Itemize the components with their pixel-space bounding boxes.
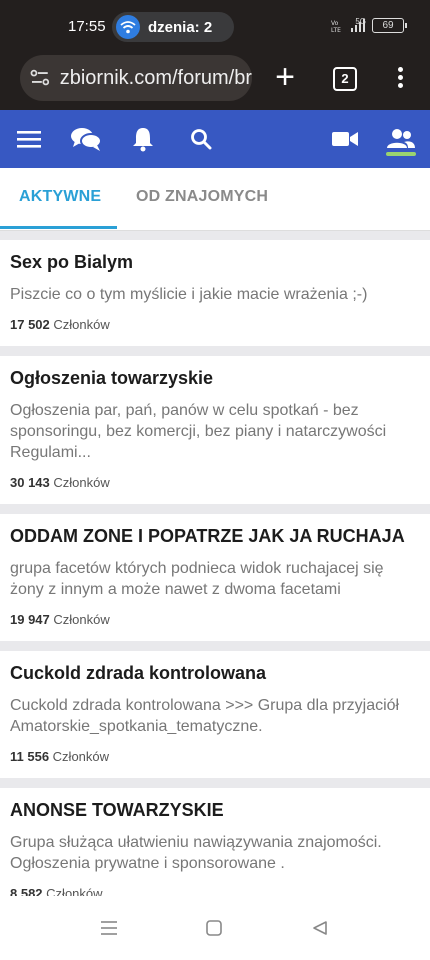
users-icon [387, 129, 415, 148]
menu-icon [17, 131, 41, 148]
tab-switcher-button[interactable]: 2 [333, 67, 357, 91]
group-members: 17 502 Członków [10, 317, 420, 332]
home-icon[interactable] [206, 920, 222, 936]
active-nav-indicator [386, 152, 416, 156]
group-tabs: AKTYWNE OD ZNAJOMYCH [0, 168, 430, 231]
members-label: Członków [53, 317, 110, 332]
video-button[interactable] [330, 110, 360, 168]
group-card[interactable]: Sex po Bialym Piszcie co o tym myślicie … [0, 240, 430, 346]
group-description: Ogłoszenia par, pań, panów w celu spotka… [10, 402, 387, 461]
bell-icon [133, 128, 153, 152]
svg-text:Vo: Vo [331, 20, 339, 27]
battery-level: 69 [382, 20, 394, 31]
group-card[interactable]: ODDAM ZONE I POPATRZE JAK JA RUCHAJA gru… [0, 514, 430, 641]
members-label: Członków [52, 749, 110, 764]
site-settings-icon[interactable] [30, 69, 50, 87]
members-count: 17 502 [10, 317, 50, 332]
group-description: Cuckold zdrada kontrolowana >>> Grupa dl… [10, 697, 400, 735]
url-text: zbiornik.com/forum/br [59, 66, 252, 89]
group-description: Grupa służąca ułatwieniu nawiązywania zn… [10, 834, 382, 872]
group-description: Piszcie co o tym myślicie i jakie macie … [10, 286, 368, 303]
tab-indicator [0, 226, 117, 229]
status-icons: Vo LTE 5G 69 [331, 17, 407, 33]
video-icon [332, 132, 358, 146]
group-title[interactable]: ODDAM ZONE I POPATRZE JAK JA RUCHAJA [10, 526, 420, 547]
group-title[interactable]: Sex po Bialym [10, 252, 420, 273]
search-button[interactable] [186, 110, 216, 168]
app-navbar [0, 110, 430, 168]
back-icon[interactable] [312, 920, 328, 936]
group-members: 19 947 Członków [10, 612, 420, 627]
notification-pill[interactable]: dzenia: 2 [112, 12, 234, 42]
new-tab-button[interactable]: + [270, 58, 300, 98]
wifi-icon [116, 15, 140, 39]
network-label: 5G [355, 17, 366, 26]
search-icon [191, 129, 212, 150]
menu-button[interactable] [12, 110, 46, 168]
tab-from-friends[interactable]: OD ZNAJOMYCH [136, 188, 268, 206]
group-title[interactable]: ANONSE TOWARZYSKIE [10, 800, 420, 821]
recent-apps-icon[interactable] [100, 920, 118, 936]
battery-icon: 69 [372, 18, 407, 33]
tab-active[interactable]: AKTYWNE [19, 188, 101, 206]
groups-button[interactable] [384, 110, 418, 168]
url-bar[interactable]: zbiornik.com/forum/br [20, 55, 252, 101]
svg-text:LTE: LTE [331, 27, 341, 33]
browser-menu-button[interactable] [392, 64, 408, 94]
group-members: 30 143 Członków [10, 475, 420, 490]
group-title[interactable]: Ogłoszenia towarzyskie [10, 368, 420, 389]
members-count: 11 556 [10, 749, 50, 764]
members-count: 19 947 [10, 612, 50, 627]
messages-button[interactable] [68, 110, 104, 168]
notifications-button[interactable] [128, 110, 158, 168]
system-nav-bar [0, 896, 430, 960]
group-list: Sex po Bialym Piszcie co o tym myślicie … [0, 240, 430, 925]
group-title[interactable]: Cuckold zdrada kontrolowana [10, 663, 420, 684]
status-time: 17:55 [68, 18, 106, 35]
group-members: 11 556 Członków [10, 749, 420, 764]
chat-icon [71, 128, 102, 151]
members-count: 30 143 [10, 475, 50, 490]
members-label: Członków [53, 475, 110, 490]
group-description: grupa facetów których podnieca widok ruc… [10, 560, 384, 598]
group-card[interactable]: Cuckold zdrada kontrolowana Cuckold zdra… [0, 651, 430, 778]
status-bar: 17:55 dzenia: 2 Vo LTE 5G 69 [0, 0, 430, 52]
members-label: Członków [53, 612, 110, 627]
notification-text: dzenia: 2 [148, 18, 213, 36]
browser-toolbar: zbiornik.com/forum/br + 2 [0, 52, 430, 110]
group-card[interactable]: Ogłoszenia towarzyskie Ogłoszenia par, p… [0, 356, 430, 504]
